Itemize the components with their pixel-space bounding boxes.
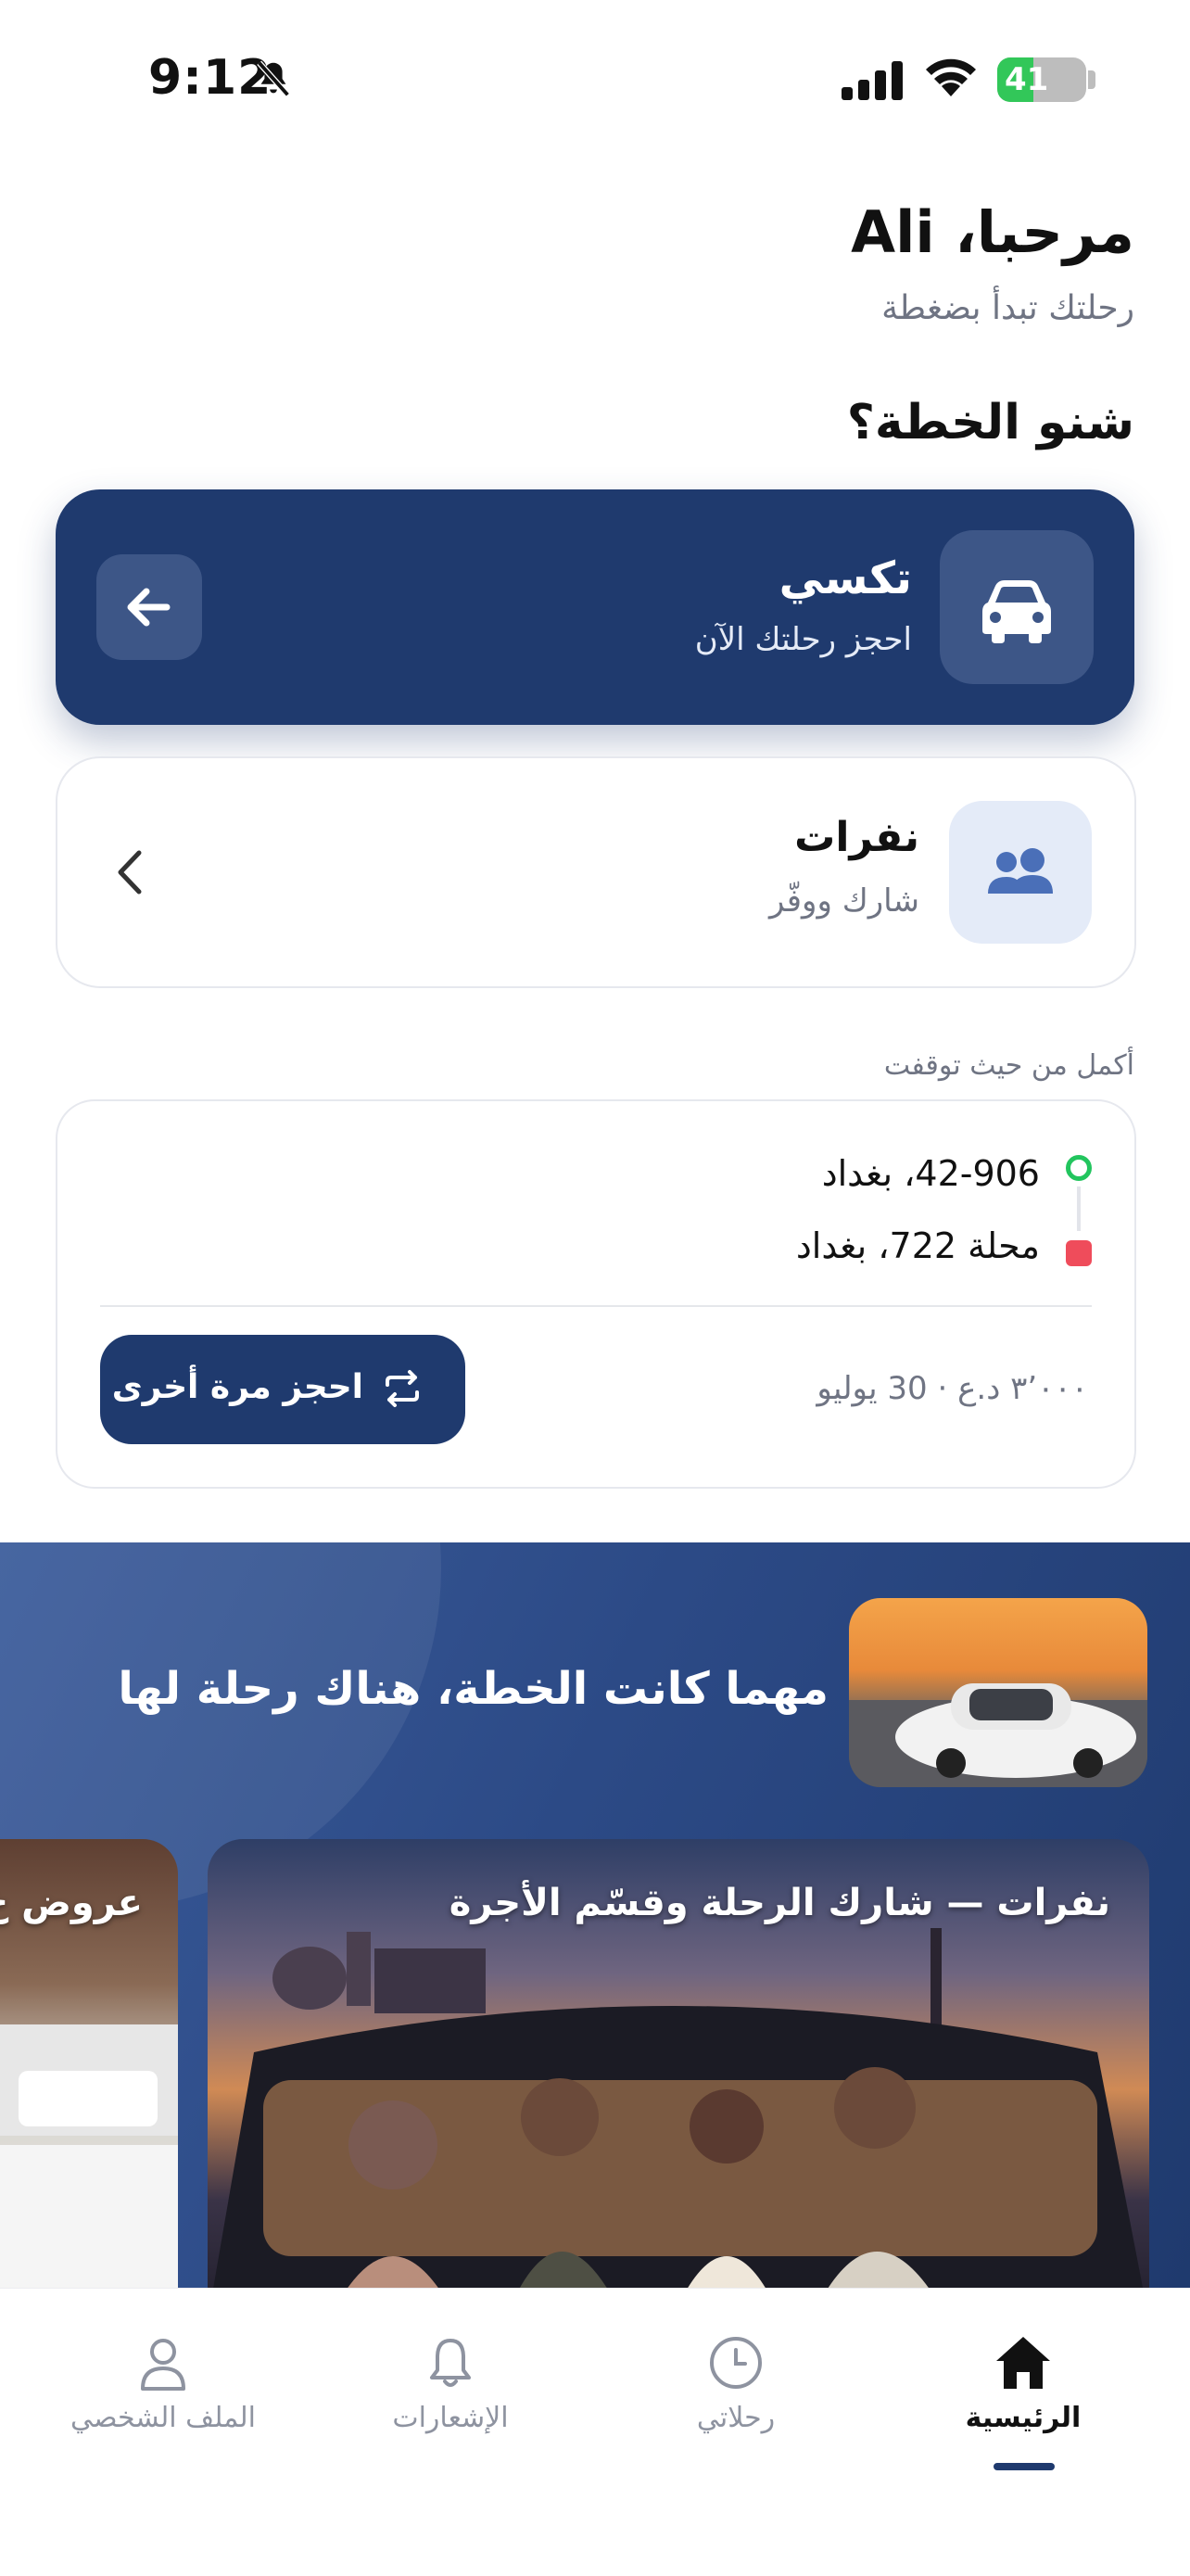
bell-icon xyxy=(430,2339,471,2387)
taxi-subtitle: احجز رحلتك الآن xyxy=(694,621,912,658)
taxi-photo xyxy=(849,1598,1147,1787)
taxi-title: تكسي xyxy=(779,552,912,604)
greeting-subtitle: رحلتك تبدأ بضغطة xyxy=(881,289,1134,327)
recent-trip-card[interactable]: 42-906، بغداد محلة 722، بغداد ٣٬٠٠٠ د.ع … xyxy=(56,1099,1136,1489)
nafarat-title: نفرات xyxy=(794,814,919,861)
tab-my-trips[interactable]: رحلاتي xyxy=(615,2333,856,2434)
bottom-tab-bar: الرئيسية رحلاتي الإشعارات الملف الشخصي xyxy=(0,2288,1190,2576)
car-icon xyxy=(982,580,1051,643)
nafarat-icon-container xyxy=(949,801,1092,944)
taxi-icon-container xyxy=(940,530,1094,684)
rebook-button[interactable]: احجز مرة أخرى xyxy=(100,1335,465,1444)
promo-section: مهما كانت الخطة، هناك رحلة لها نفرات — ش… xyxy=(0,1542,1190,2288)
battery-cap xyxy=(1088,70,1095,89)
nafarat-subtitle: شارك ووفّر xyxy=(769,882,919,920)
rebook-label: احجز مرة أخرى xyxy=(111,1368,363,1406)
tab-home[interactable]: الرئيسية xyxy=(903,2333,1144,2434)
divider xyxy=(100,1305,1092,1307)
chevron-left-icon xyxy=(118,850,142,895)
section-title-plan: شنو الخطة؟ xyxy=(846,395,1134,450)
tab-profile[interactable]: الملف الشخصي xyxy=(43,2333,284,2434)
destination-marker xyxy=(1066,1240,1092,1266)
home-icon xyxy=(996,2337,1050,2389)
tab-home-label: الرئيسية xyxy=(965,2402,1082,2434)
promo-title: مهما كانت الخطة، هناك رحلة لها xyxy=(118,1663,829,1715)
nafarat-option-card[interactable]: نفرات شارك ووفّر xyxy=(56,756,1136,988)
offers-promo-card[interactable]: عروض خ xyxy=(0,1839,178,2288)
clock-icon xyxy=(710,2337,762,2389)
taxi-option-card[interactable]: تكسي احجز رحلتك الآن xyxy=(56,489,1134,725)
repeat-icon xyxy=(386,1370,419,1407)
origin-marker xyxy=(1066,1155,1092,1181)
taxi-go-button[interactable] xyxy=(96,554,202,660)
user-icon xyxy=(141,2339,185,2391)
nafarat-promo-card[interactable]: نفرات — شارك الرحلة وقسّم الأجرة xyxy=(208,1839,1149,2288)
active-tab-indicator xyxy=(994,2463,1055,2470)
route-connector xyxy=(1077,1186,1081,1231)
battery-icon: 41 xyxy=(997,57,1086,102)
tab-my-trips-label: رحلاتي xyxy=(696,2402,776,2434)
trip-origin: 42-906، بغداد xyxy=(821,1153,1040,1194)
trip-meta: ٣٬٠٠٠ د.ع · 30 يوليو xyxy=(817,1370,1088,1407)
bell-off-icon xyxy=(257,60,290,97)
continue-section-label: أكمل من حيث توقفت xyxy=(883,1049,1134,1082)
tab-notifications[interactable]: الإشعارات xyxy=(330,2333,571,2434)
nafarat-promo-title: نفرات — شارك الرحلة وقسّم الأجرة xyxy=(449,1882,1110,1924)
offers-promo-title: عروض خ xyxy=(0,1882,143,1924)
trip-destination: محلة 722، بغداد xyxy=(795,1225,1040,1266)
greeting-title: مرحبا، Ali xyxy=(851,198,1134,266)
tab-profile-label: الملف الشخصي xyxy=(70,2402,256,2434)
battery-percent: 41 xyxy=(1005,61,1049,98)
signal-icon xyxy=(842,61,903,100)
tab-notifications-label: الإشعارات xyxy=(392,2402,509,2434)
wifi-icon xyxy=(926,58,976,96)
users-icon xyxy=(988,848,1053,894)
arrow-left-icon xyxy=(127,588,171,627)
